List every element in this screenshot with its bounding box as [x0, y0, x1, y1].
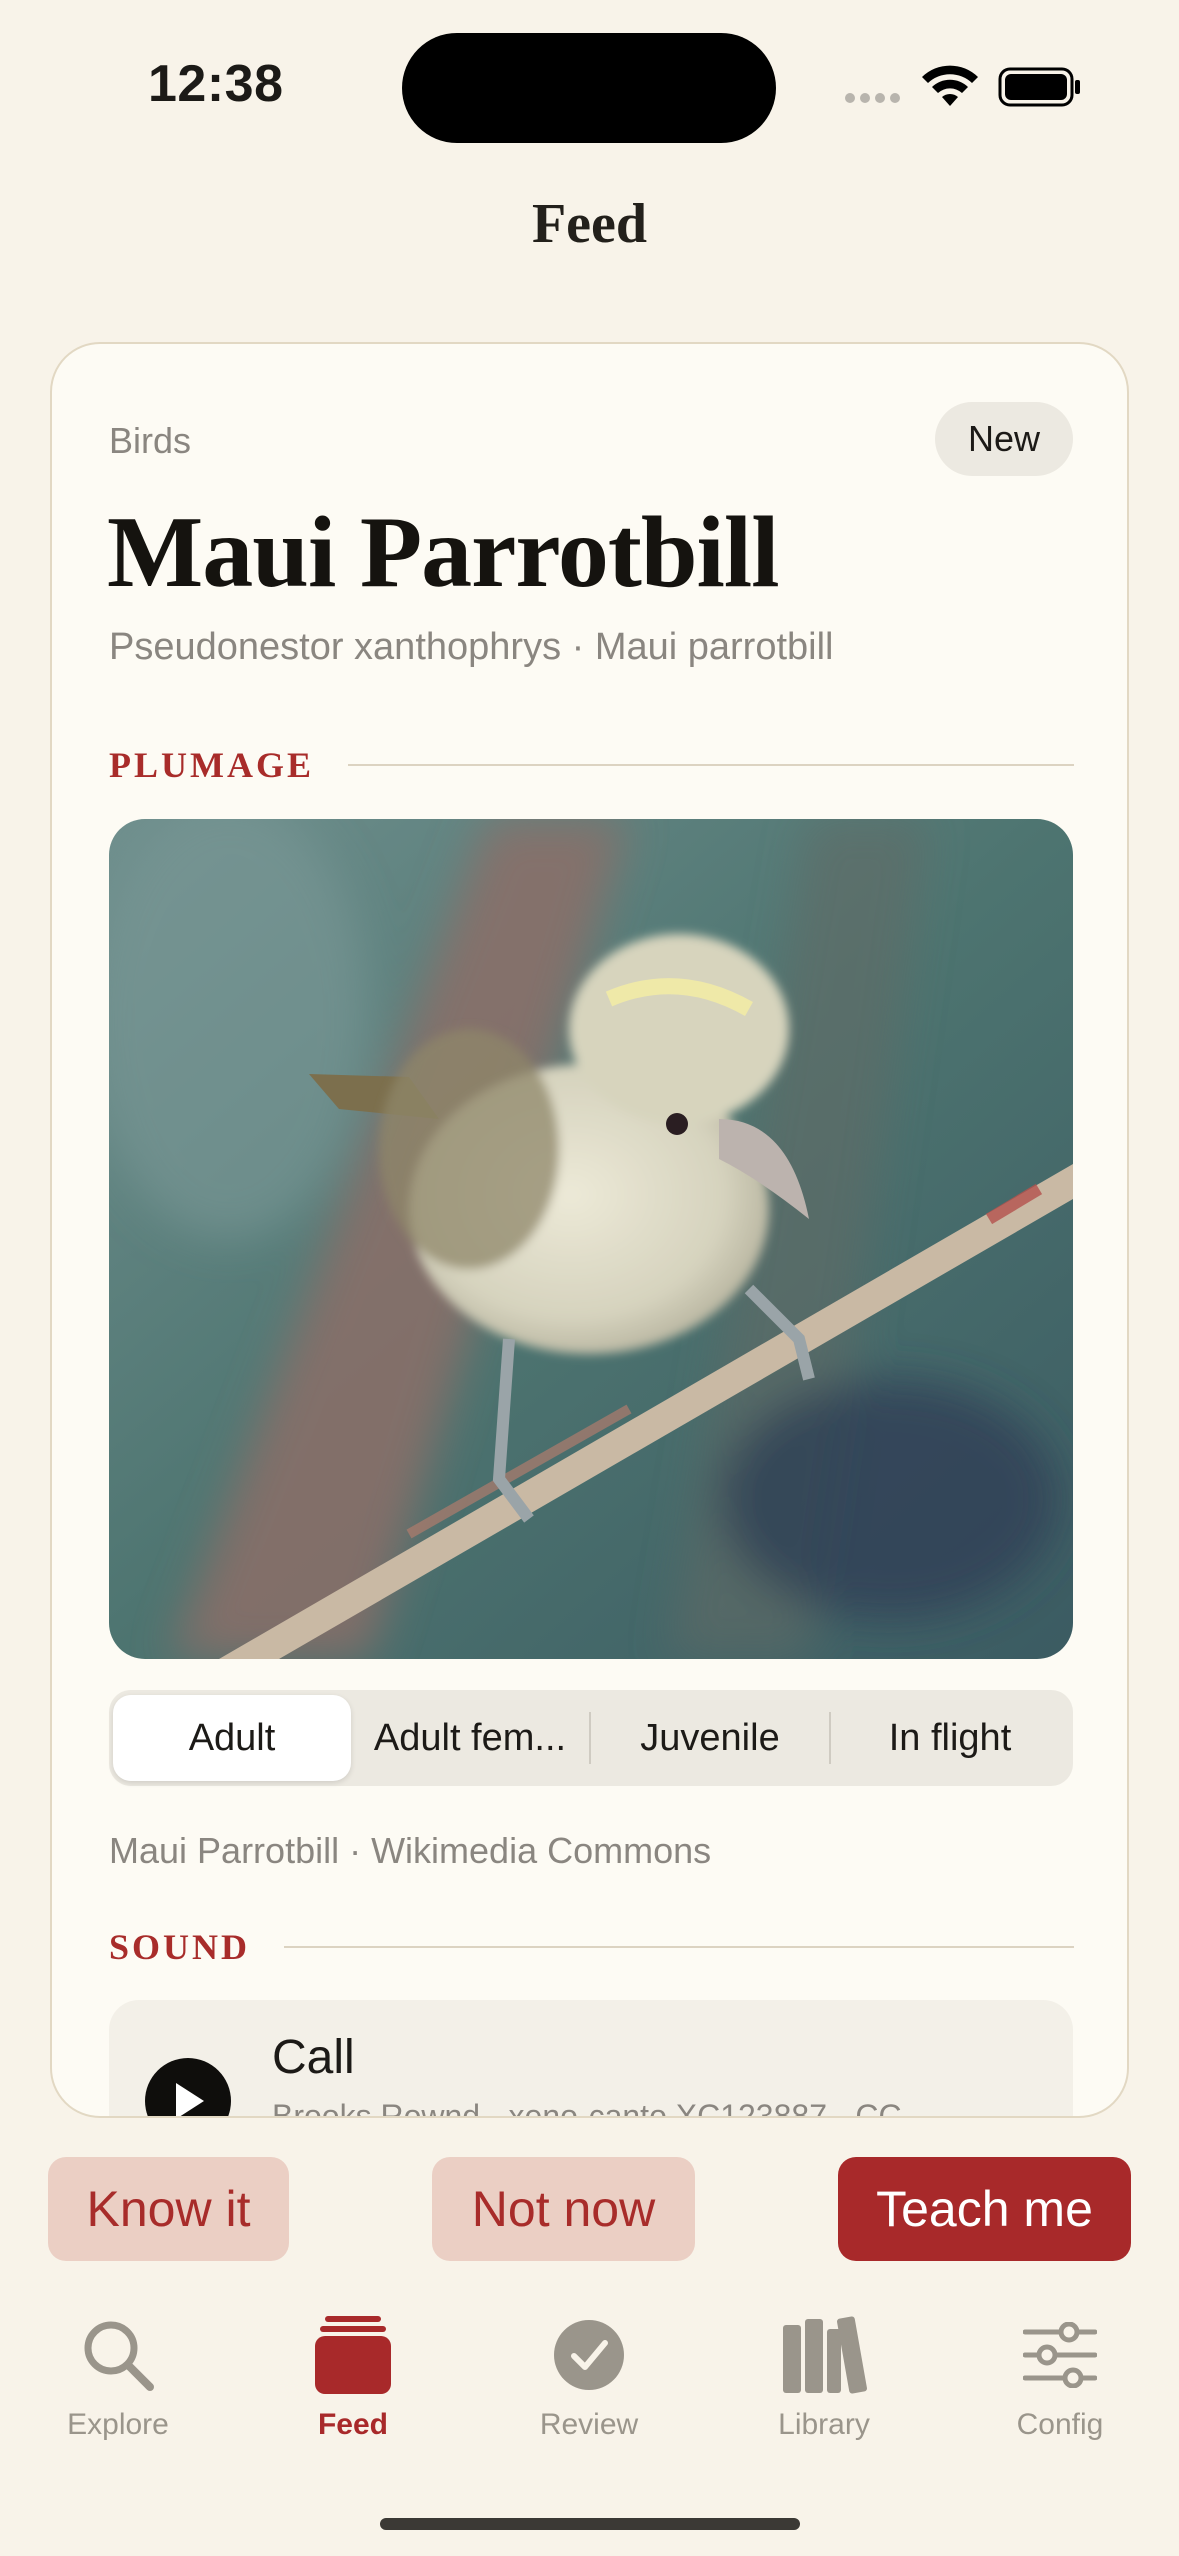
tab-config[interactable]: Config [960, 2310, 1160, 2442]
sound-row[interactable]: Call Brooks Rownd · xeno-canto XC123887 … [109, 2000, 1073, 2118]
tab-explore[interactable]: Explore [18, 2310, 218, 2442]
segment-juvenile[interactable]: Juvenile [591, 1695, 829, 1781]
category-label: Birds [109, 420, 192, 461]
play-icon [176, 2083, 204, 2116]
segment-adult-female[interactable]: Adult fem... [351, 1695, 589, 1781]
sound-heading: SOUND [109, 1927, 251, 1967]
species-name: Maui Parrotbill [107, 496, 780, 609]
not-now-button[interactable]: Not now [432, 2157, 695, 2261]
scientific-name: Pseudonestor xanthophrys · Maui parrotbi… [109, 626, 834, 668]
sliders-icon [1023, 2322, 1097, 2388]
teach-me-button[interactable]: Teach me [838, 2157, 1131, 2261]
dynamic-island [402, 33, 776, 143]
plumage-heading: PLUMAGE [109, 745, 314, 785]
home-indicator [380, 2518, 800, 2530]
tab-label: Feed [317, 2408, 389, 2441]
know-it-button[interactable]: Know it [48, 2157, 289, 2261]
page-title: Feed [531, 193, 648, 255]
section-divider [284, 1946, 1074, 1948]
play-button[interactable] [145, 2058, 231, 2116]
tab-bar: Explore Feed Review Library Config [0, 2310, 1179, 2480]
check-circle-icon [554, 2320, 624, 2390]
bird-photo[interactable] [109, 819, 1073, 1659]
photo-credit: Maui Parrotbill · Wikimedia Commons [109, 1830, 712, 1871]
section-divider [348, 764, 1074, 766]
tab-label: Config [1016, 2408, 1104, 2441]
sound-meta: Brooks Rownd · xeno-canto XC123887 · CC [272, 2098, 902, 2118]
tab-library[interactable]: Library [724, 2310, 924, 2442]
cellular-signal-icon [845, 93, 900, 103]
feed-icon [315, 2316, 391, 2394]
new-badge: New [935, 402, 1073, 476]
battery-icon [998, 67, 1080, 107]
books-icon [783, 2316, 867, 2394]
segment-adult[interactable]: Adult [113, 1695, 351, 1781]
wifi-icon [922, 65, 978, 106]
sound-title: Call [272, 2031, 355, 2084]
tab-review[interactable]: Review [489, 2310, 689, 2442]
tab-label: Explore [67, 2408, 169, 2441]
segment-in-flight[interactable]: In flight [831, 1695, 1069, 1781]
plumage-segmented-control: Adult Adult fem... Juvenile In flight [109, 1690, 1073, 1786]
species-card: Birds New Maui Parrotbill Pseudonestor x… [50, 342, 1129, 2118]
sound-section-header: SOUND [109, 1926, 1074, 1968]
plumage-section-header: PLUMAGE [109, 744, 1074, 786]
status-time: 12:38 [148, 55, 284, 113]
tab-label: Review [539, 2408, 639, 2441]
tab-label: Library [778, 2408, 870, 2441]
search-icon [84, 2321, 154, 2391]
tab-feed[interactable]: Feed [253, 2310, 453, 2442]
